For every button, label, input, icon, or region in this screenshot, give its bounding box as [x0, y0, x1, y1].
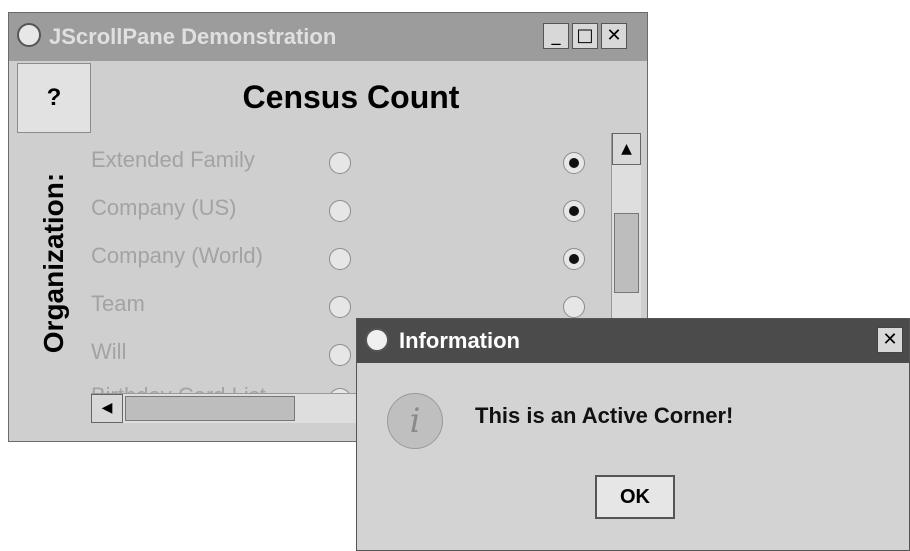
ok-button[interactable]: OK	[595, 475, 675, 519]
row-label: Company (US)	[91, 195, 237, 220]
dialog-title: Information	[399, 328, 520, 353]
radio-left[interactable]	[329, 200, 351, 222]
row-label: Will	[91, 339, 127, 364]
java-cup-icon	[365, 328, 389, 352]
title-bar[interactable]: JScrollPane Demonstration _ □ ✕	[9, 13, 647, 61]
radio-left[interactable]	[329, 152, 351, 174]
information-icon: i	[387, 393, 443, 449]
radio-left[interactable]	[329, 248, 351, 270]
java-cup-icon	[17, 23, 41, 47]
vertical-scroll-thumb[interactable]	[614, 213, 639, 293]
dialog-title-bar[interactable]: Information ✕	[357, 319, 909, 363]
corner-help-button[interactable]: ?	[17, 63, 91, 133]
radio-left[interactable]	[329, 296, 351, 318]
row-label: Birthday Card List	[91, 383, 266, 393]
row-label: Extended Family	[91, 147, 255, 172]
list-item: Company (US)	[91, 191, 611, 231]
row-header-label: Organization:	[38, 172, 69, 354]
row-label: Team	[91, 291, 145, 316]
radio-right[interactable]	[563, 296, 585, 318]
column-header: Census Count	[242, 79, 460, 115]
row-label: Company (World)	[91, 243, 263, 268]
radio-right[interactable]	[563, 200, 585, 222]
dialog-message: This is an Active Corner!	[475, 403, 734, 428]
information-dialog: Information ✕ i This is an Active Corner…	[356, 318, 910, 551]
scroll-left-icon[interactable]: ◀	[91, 394, 123, 423]
radio-right[interactable]	[563, 248, 585, 270]
dialog-close-button[interactable]: ✕	[877, 327, 903, 353]
close-button[interactable]: ✕	[601, 23, 627, 49]
list-item: Extended Family	[91, 143, 611, 183]
list-item: Company (World)	[91, 239, 611, 279]
radio-left[interactable]	[329, 344, 351, 366]
row-header: Organization:	[17, 133, 91, 393]
horizontal-scroll-thumb[interactable]	[125, 396, 295, 421]
scroll-up-icon[interactable]: ▲	[612, 133, 641, 165]
window-title: JScrollPane Demonstration	[49, 24, 337, 49]
maximize-button[interactable]: □	[572, 23, 598, 49]
radio-right[interactable]	[563, 152, 585, 174]
minimize-button[interactable]: _	[543, 23, 569, 49]
